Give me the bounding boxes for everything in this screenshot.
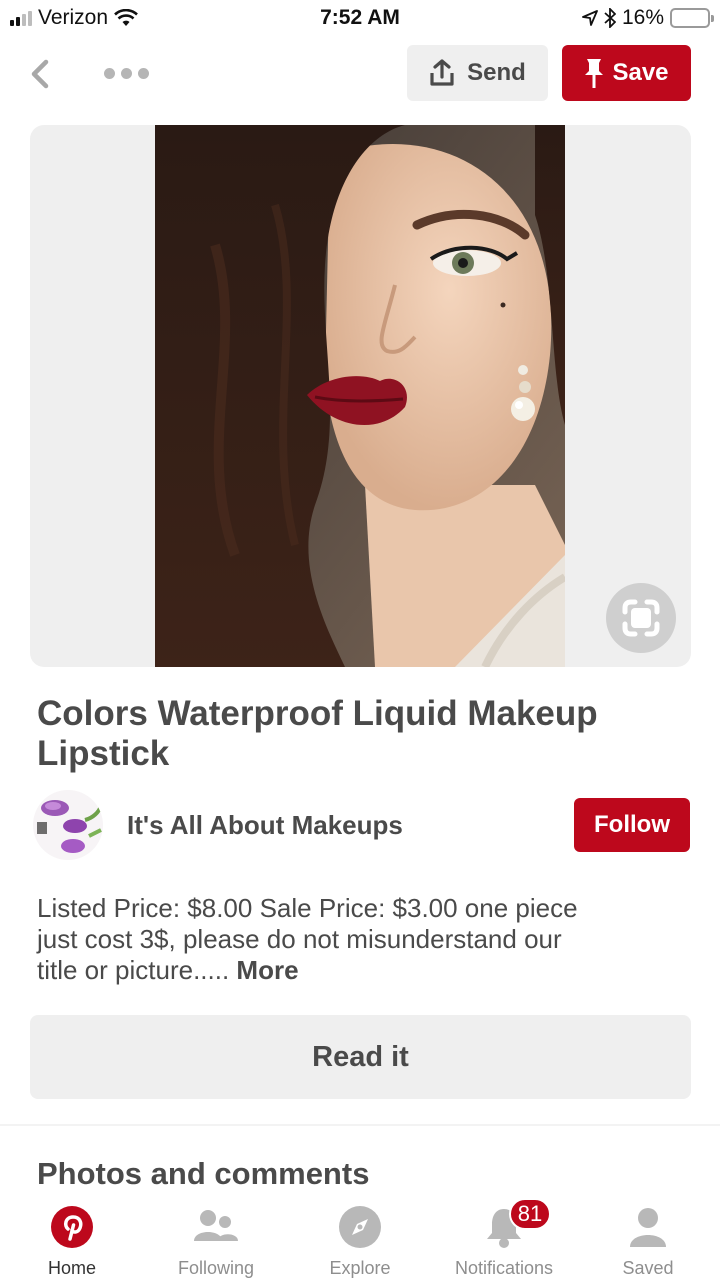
flower-avatar-image <box>33 790 103 860</box>
pushpin-icon <box>585 59 604 88</box>
section-divider <box>0 1124 720 1126</box>
tab-home-label: Home <box>47 1258 96 1278</box>
creator-name[interactable]: It's All About Makeups <box>127 810 403 841</box>
tab-following-label: Following <box>177 1258 255 1278</box>
visual-search-button[interactable] <box>606 583 676 653</box>
back-button[interactable] <box>22 54 62 94</box>
save-button[interactable]: Save <box>562 45 691 101</box>
pin-title: Colors Waterproof Liquid Makeup Lipstick <box>37 694 598 773</box>
pinterest-logo-icon <box>49 1204 95 1250</box>
tab-notifications-label: Notifications <box>454 1258 554 1278</box>
tab-following[interactable]: Following <box>144 1196 288 1280</box>
pin-description: Listed Price: $8.00 Sale Price: $3.00 on… <box>37 893 597 986</box>
visual-search-lens-icon <box>622 599 660 637</box>
tab-explore-label: Explore <box>329 1258 391 1278</box>
creator-avatar[interactable] <box>33 790 103 860</box>
status-right: 16% <box>582 6 714 30</box>
photos-comments-heading: Photos and comments <box>37 1156 370 1191</box>
location-arrow-icon <box>582 10 598 26</box>
bottom-tab-bar: Home Following Explore 81 Notifications … <box>0 1196 720 1280</box>
send-label: Send <box>467 59 526 86</box>
tab-saved-label: Saved <box>622 1258 674 1278</box>
person-icon <box>625 1204 671 1250</box>
tab-notifications[interactable]: 81 Notifications <box>432 1196 576 1280</box>
compass-icon <box>337 1204 383 1250</box>
description-text: Listed Price: $8.00 Sale Price: $3.00 on… <box>37 893 578 985</box>
battery-icon <box>670 8 714 28</box>
status-bar: Verizon 7:52 AM 16% <box>0 0 720 36</box>
top-bar: Send Save <box>0 44 720 102</box>
tab-explore[interactable]: Explore <box>288 1196 432 1280</box>
more-link[interactable]: More <box>236 955 298 985</box>
pin-image[interactable] <box>155 125 565 667</box>
portrait-photo <box>155 125 565 667</box>
follow-button[interactable]: Follow <box>574 798 690 852</box>
ellipsis-icon <box>104 67 115 79</box>
tab-home[interactable]: Home <box>0 1196 144 1280</box>
share-upload-icon <box>430 59 454 86</box>
send-button[interactable]: Send <box>407 45 548 101</box>
bluetooth-icon <box>604 8 616 28</box>
chevron-left-icon <box>31 59 49 89</box>
tab-saved[interactable]: Saved <box>576 1196 720 1280</box>
bell-icon: 81 <box>481 1198 551 1250</box>
people-icon <box>193 1204 239 1250</box>
pin-image-card <box>30 125 691 667</box>
battery-percent: 16% <box>621 6 664 29</box>
save-label: Save <box>612 59 669 86</box>
more-options-button[interactable] <box>104 62 150 84</box>
notification-badge: 81 <box>509 1198 551 1230</box>
read-it-button[interactable]: Read it <box>30 1015 691 1099</box>
